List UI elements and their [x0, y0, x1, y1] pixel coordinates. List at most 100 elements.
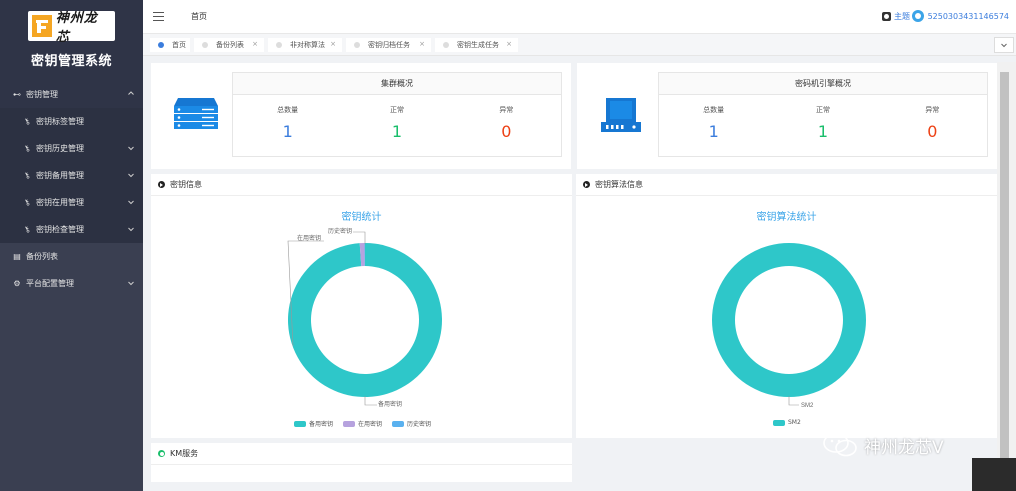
engine-stats: 密码机引擎概况 总数量 1 正常 1 异常 0: [658, 72, 988, 157]
cluster-abnormal: 异常 0: [452, 95, 561, 141]
legend-label: 历史密钥: [407, 421, 432, 428]
key-icon: ⊷: [13, 89, 21, 99]
key-icon: ⚷: [22, 224, 32, 235]
key-icon: ⚷: [22, 116, 32, 127]
close-icon[interactable]: ×: [330, 40, 336, 48]
legend-item[interactable]: 历史密钥: [392, 419, 431, 428]
tab-key-generate[interactable]: 密钥生成任务 ×: [435, 38, 518, 52]
chevron-down-icon: [128, 200, 134, 205]
list-icon: ▤: [13, 252, 21, 261]
sidebar-item-label: 密钥历史管理: [36, 144, 84, 153]
tab-status-dot: [276, 42, 282, 48]
donut-slice-1[interactable]: [711, 243, 866, 397]
algo-stats-donut: SM2: [711, 243, 866, 409]
sidebar-item-backup-list[interactable]: ▤ 备份列表: [0, 243, 143, 270]
legend-label: SM2: [788, 419, 801, 426]
stat-value: 1: [817, 122, 829, 141]
sidebar-item-key-tag[interactable]: ⚷ 密钥标签管理: [0, 108, 143, 135]
sidebar-item-key-in-use[interactable]: ⚷ 密钥在用管理: [0, 189, 143, 216]
engine-total: 总数量 1: [659, 95, 768, 141]
theme-label: 主题: [894, 12, 910, 21]
section-title: KM服务: [170, 449, 199, 458]
tab-backup-list[interactable]: 备份列表 ×: [194, 38, 264, 52]
corner-widget[interactable]: [972, 458, 1016, 491]
sidebar-item-key-check[interactable]: ⚷ 密钥检查管理: [0, 216, 143, 243]
sidebar-item-key-management[interactable]: ⊷ 密钥管理: [0, 80, 143, 108]
legend-item[interactable]: SM2: [773, 419, 801, 426]
side-menu: ⊷ 密钥管理 ⚷ 密钥标签管理 ⚷ 密钥历史管理 ⚷ 密钥备用管理 ⚷ 密钥在用…: [0, 80, 143, 297]
logo-area: 神州龙芯 密钥管理系统: [0, 0, 143, 80]
tab-asymmetric[interactable]: 非对称算法 ×: [268, 38, 342, 52]
system-title: 密钥管理系统: [30, 54, 112, 69]
legend-item[interactable]: 备用密钥: [294, 419, 333, 428]
km-service-card: KM服务: [151, 443, 572, 482]
key-icon: ⚷: [22, 170, 32, 181]
logo-text: 神州龙芯: [55, 11, 98, 45]
legend-swatch: [294, 420, 306, 427]
sidebar-item-label: 备份列表: [26, 252, 58, 261]
key-icon: ⚷: [22, 197, 32, 208]
key-icon: ⚷: [22, 143, 32, 154]
legend-item[interactable]: 在用密钥: [343, 419, 382, 428]
legend-label: 备用密钥: [309, 421, 334, 428]
palette-icon: [882, 12, 891, 21]
chevron-down-icon: [128, 227, 134, 232]
callout-history: 历史密钥: [328, 227, 352, 235]
server-icon: [174, 98, 218, 129]
stat-value: 1: [708, 122, 719, 141]
algo-info-card: 密钥算法信息 密钥算法统计 SM2 SM2: [576, 174, 997, 438]
logo-mark-icon: [32, 15, 52, 37]
avatar: [911, 10, 924, 22]
tab-dropdown-button[interactable]: [994, 37, 1014, 53]
menu-toggle-icon[interactable]: [153, 12, 164, 21]
close-icon[interactable]: ×: [419, 40, 425, 48]
watermark-text: 神州龙芯V: [864, 437, 944, 458]
sidebar-item-platform-config[interactable]: ⚙ 平台配置管理: [0, 270, 143, 297]
engine-abnormal: 异常 0: [878, 95, 987, 141]
chart-legend: 备用密钥 在用密钥 历史密钥: [294, 419, 441, 428]
tab-home[interactable]: 首页: [150, 38, 190, 52]
legend-swatch: [392, 420, 405, 427]
stat-label: 异常: [925, 106, 940, 114]
user-menu[interactable]: 5250303431146574: [911, 10, 1009, 22]
sidebar-item-label: 密钥备用管理: [36, 171, 84, 180]
legend-swatch: [773, 419, 785, 426]
donut-slice-1[interactable]: [288, 243, 443, 397]
sidebar-item-label: 平台配置管理: [26, 279, 74, 288]
sidebar-item-label: 密钥标签管理: [36, 117, 84, 126]
tab-key-archive[interactable]: 密钥归档任务 ×: [346, 38, 431, 52]
stat-label: 异常: [499, 106, 514, 114]
sidebar-item-key-backup[interactable]: ⚷ 密钥备用管理: [0, 162, 143, 189]
cluster-card: 集群概况 总数量 1 正常 1 异常 0: [151, 63, 571, 169]
logo: 神州龙芯: [28, 11, 115, 45]
chevron-down-icon: [128, 281, 134, 286]
key-stats-donut: 历史密钥 在用密钥 备用密钥: [287, 227, 443, 408]
key-info-card: 密钥信息 密钥统计 历史密钥 在用密钥 备用密钥 备用密钥 在用密钥 历史密钥: [151, 174, 572, 438]
tab-status-dot: [202, 42, 208, 48]
tab-label: 备份列表: [216, 41, 244, 49]
stat-label: 总数量: [703, 106, 725, 114]
cluster-stats: 集群概况 总数量 1 正常 1 异常 0: [232, 72, 562, 157]
chevron-up-icon: [128, 91, 134, 95]
chart-legend: SM2: [773, 419, 811, 426]
scrollbar-thumb[interactable]: [1000, 72, 1009, 462]
sidebar-item-label: 密钥管理: [26, 89, 58, 99]
km-service-header: KM服务: [151, 443, 572, 465]
sidebar-item-key-history[interactable]: ⚷ 密钥历史管理: [0, 135, 143, 162]
tab-status-dot: [354, 42, 360, 48]
tab-status-dot: [443, 42, 449, 48]
chevron-down-icon: [128, 173, 134, 178]
wechat-icon: [823, 433, 857, 457]
submenu-key-management: ⚷ 密钥标签管理 ⚷ 密钥历史管理 ⚷ 密钥备用管理 ⚷ 密钥在用管理 ⚷ 密钥…: [0, 108, 143, 243]
callout-sm2: SM2: [801, 403, 814, 409]
breadcrumb: 首页: [191, 12, 207, 21]
cluster-title: 集群概况: [233, 73, 561, 95]
status-dot-icon: [158, 450, 165, 457]
close-icon[interactable]: ×: [252, 40, 258, 48]
stat-value: 0: [501, 122, 512, 141]
close-icon[interactable]: ×: [506, 40, 512, 48]
theme-button[interactable]: 主题: [882, 11, 910, 22]
engine-normal: 正常 1: [768, 95, 877, 141]
tab-label: 非对称算法: [290, 41, 325, 49]
page-scrollbar[interactable]: [997, 62, 1016, 462]
